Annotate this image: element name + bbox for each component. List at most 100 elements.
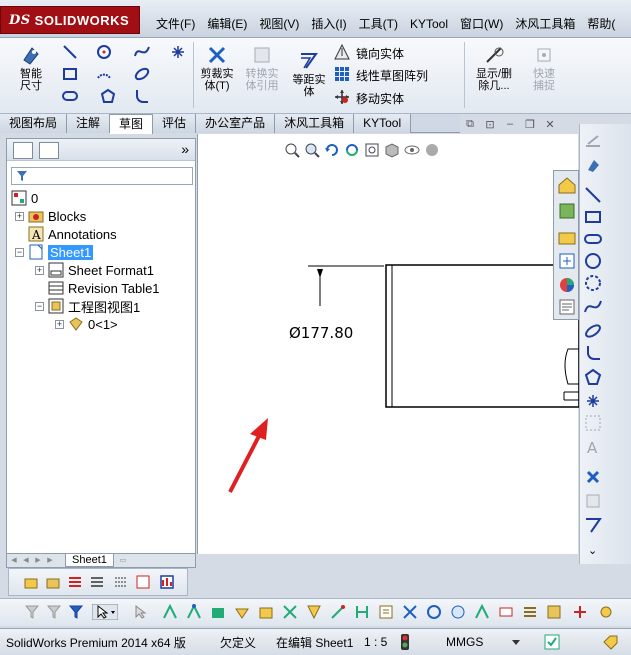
circle-icon[interactable] [584,252,602,270]
slot-icon[interactable] [584,230,602,248]
linear-pattern-icon[interactable] [334,66,350,82]
filter-gtol-icon[interactable] [498,604,514,620]
point-icon[interactable] [584,392,602,410]
tab-sketch[interactable]: 草图 [110,114,154,134]
fillet-icon[interactable] [134,88,150,104]
last-sheet-icon[interactable]: ▶ [45,556,55,566]
sheet-tab-sheet1[interactable]: Sheet1 [65,554,114,567]
menu-kytool[interactable]: KYTool [404,14,454,34]
ellipse-icon[interactable] [584,322,602,340]
restore-icon[interactable]: ❐ [520,118,540,134]
menu-file[interactable]: 文件(F) [150,14,201,34]
filter-weld-bead-icon[interactable] [598,604,614,620]
status-units[interactable]: MMGS [440,635,508,649]
trim-icon[interactable] [584,468,602,486]
spline-icon[interactable] [584,298,602,316]
line-icon[interactable] [584,186,602,204]
filter-toggle-icon[interactable] [24,604,40,620]
help-icon[interactable]: ⊡ [480,118,500,134]
tree-item-revision-table[interactable]: Revision Table1 [48,279,160,297]
mirror-label[interactable]: 镜向实体 [356,45,404,62]
offset-icon[interactable] [584,516,602,534]
rectangle-icon[interactable] [62,66,78,82]
tree-item-sheet-format[interactable]: + Sheet Format1 [35,261,154,279]
filter-surface-finish-icon[interactable] [474,604,490,620]
collapse-toggle-icon[interactable]: − [35,301,44,311]
filter-faces-icon[interactable] [210,604,226,620]
menu-help[interactable]: 帮助( [581,14,621,34]
property-manager-tab-icon[interactable] [39,142,59,159]
select-chain-icon[interactable] [132,604,148,620]
line-color-icon[interactable] [67,574,83,590]
polygon-icon[interactable] [100,88,116,104]
line-style-icon[interactable] [113,574,129,590]
tree-item-drawing-view1[interactable]: − 工程图视图1 [35,297,140,315]
filter-body-icon[interactable] [258,604,274,620]
filter-clear-icon[interactable] [68,604,84,620]
menu-tools[interactable]: 工具(T) [353,14,404,34]
tree-item-blocks[interactable]: + Blocks [15,207,86,225]
filter-edges-icon[interactable] [186,604,202,620]
solidworks-logo[interactable]: DS SOLIDWORKS [0,6,140,34]
file-explorer-icon[interactable] [557,227,577,247]
filter-vertices-icon[interactable] [162,604,178,620]
menu-view[interactable]: 视图(V) [253,14,305,34]
design-library-icon[interactable] [557,201,577,221]
filter-blocks-icon[interactable] [546,604,562,620]
units-dropdown-icon[interactable] [508,634,524,650]
rebuild-status-icon[interactable] [400,634,410,650]
tab-evaluate[interactable]: 评估 [153,114,197,133]
tab-office-products[interactable]: 办公室产品 [196,114,276,133]
prev-sheet-icon[interactable]: ◀ [21,556,31,566]
tree-filter-input[interactable] [11,167,193,185]
display-delete-relations-button[interactable]: 显示/删除几... [470,44,518,92]
feature-tree-tab-icon[interactable] [13,142,33,159]
close-icon[interactable]: ✕ [540,118,560,134]
filter-notes-icon[interactable] [378,604,394,620]
line-icon[interactable] [62,44,78,60]
filter-axes-icon[interactable] [282,604,298,620]
spline-icon[interactable] [134,44,150,60]
appearances-icon[interactable] [557,275,577,295]
diameter-dimension-text[interactable]: Ø177.80 [289,324,353,342]
expand-toggle-icon[interactable]: + [55,319,64,329]
color-display-mode-icon[interactable] [159,574,175,590]
tab-kytool[interactable]: KYTool [354,114,412,133]
tab-mufeng-toolbox[interactable]: 沐风工具箱 [275,114,355,133]
trim-entities-button[interactable]: 剪裁实体(T) [196,44,238,92]
filter-center-marks-icon[interactable] [572,604,588,620]
pin-icon[interactable]: ⧉ [460,118,480,134]
expand-chevron-icon[interactable]: » [181,141,189,157]
move-entities-icon[interactable] [334,89,350,105]
first-sheet-icon[interactable]: ◀ [9,556,19,566]
expand-toggle-icon[interactable]: + [15,211,24,221]
quick-snap-button[interactable]: 快速捕捉 [524,44,564,92]
convert-entities-button[interactable]: 转换实体引用 [240,44,284,92]
expand-toggle-icon[interactable]: + [35,265,44,275]
move-entities-label[interactable]: 移动实体 [356,90,404,107]
filter-balloons-icon[interactable] [450,604,466,620]
filter-hide-icon[interactable] [46,604,62,620]
more-tools-chevron-icon[interactable]: ⌄ [588,544,597,557]
text-icon[interactable]: A [584,438,602,456]
sketch-icon[interactable] [584,132,602,150]
next-sheet-icon[interactable]: ▶ [33,556,43,566]
fillet-icon[interactable] [584,344,602,362]
collapse-toggle-icon[interactable]: − [15,247,24,257]
view-palette-icon[interactable] [557,251,577,271]
menu-insert[interactable]: 插入(I) [305,14,352,34]
polygon-icon[interactable] [584,368,602,386]
layer-properties-icon[interactable] [23,574,39,590]
quick-tips-icon[interactable] [544,634,562,650]
menu-mufeng[interactable]: 沐风工具箱 [509,14,581,34]
arc-icon[interactable] [96,66,112,82]
filter-dimensions-icon[interactable] [354,604,370,620]
linear-pattern-label[interactable]: 线性草图阵列 [356,67,428,84]
help-tag-icon[interactable] [602,634,620,650]
smart-dimension-button[interactable]: 智能尺寸 [8,44,54,92]
offset-entities-button[interactable]: 等距实体 [288,50,330,98]
filter-welds-icon[interactable] [426,604,442,620]
tab-view-layout[interactable]: 视图布局 [0,114,68,133]
hide-show-edges-icon[interactable] [135,574,151,590]
tree-item-annotations[interactable]: A Annotations [28,225,117,243]
